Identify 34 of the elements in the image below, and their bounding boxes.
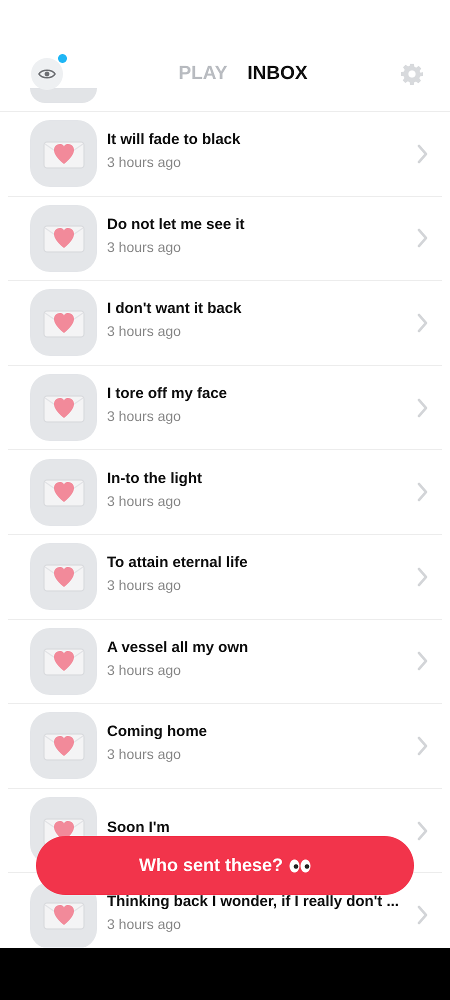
envelope-tile xyxy=(30,88,97,103)
chevron-right-icon xyxy=(417,398,428,418)
message-time: 3 hours ago xyxy=(107,492,182,509)
message-title: It will fade to black xyxy=(107,131,242,148)
message-time: 3 hours ago xyxy=(107,323,182,340)
message-title: Coming home xyxy=(107,723,208,740)
chevron-right-icon xyxy=(417,820,428,841)
chevron-right-icon xyxy=(417,736,428,756)
chevron-right-icon xyxy=(417,566,428,587)
message-time: 3 hours ago xyxy=(107,577,182,594)
message-title: To attain eternal life xyxy=(107,554,249,572)
message-time: 3 hours ago xyxy=(107,154,182,170)
chevron-right-icon xyxy=(417,905,428,926)
chevron-right-icon xyxy=(417,144,428,164)
eyes-icon xyxy=(289,858,311,872)
message-time: 3 hours ago xyxy=(107,746,182,762)
chevron-right-icon xyxy=(417,482,428,502)
tab[interactable]: INBOX xyxy=(247,63,308,85)
message-title: Thinking back I wonder, if I really don't ... xyxy=(107,892,400,910)
message-title: I tore off my face xyxy=(107,385,228,402)
message-title: Do not let me see it xyxy=(107,216,246,233)
message-title: A vessel all my own xyxy=(107,638,250,656)
message-title: Soon I'm xyxy=(107,819,171,836)
who-sent-button[interactable]: Who sent these? xyxy=(36,836,414,895)
chevron-right-icon xyxy=(417,228,428,248)
chevron-right-icon xyxy=(417,651,428,672)
message-time: 3 hours ago xyxy=(107,916,182,932)
message-title: In-to the light xyxy=(107,470,203,487)
eye-icon xyxy=(38,68,56,80)
message-time: 3 hours ago xyxy=(107,238,182,255)
chevron-right-icon xyxy=(417,312,428,333)
message-time: 3 hours ago xyxy=(107,662,182,678)
message-title: I don't want it back xyxy=(107,300,242,318)
message-time: 3 hours ago xyxy=(107,408,182,424)
